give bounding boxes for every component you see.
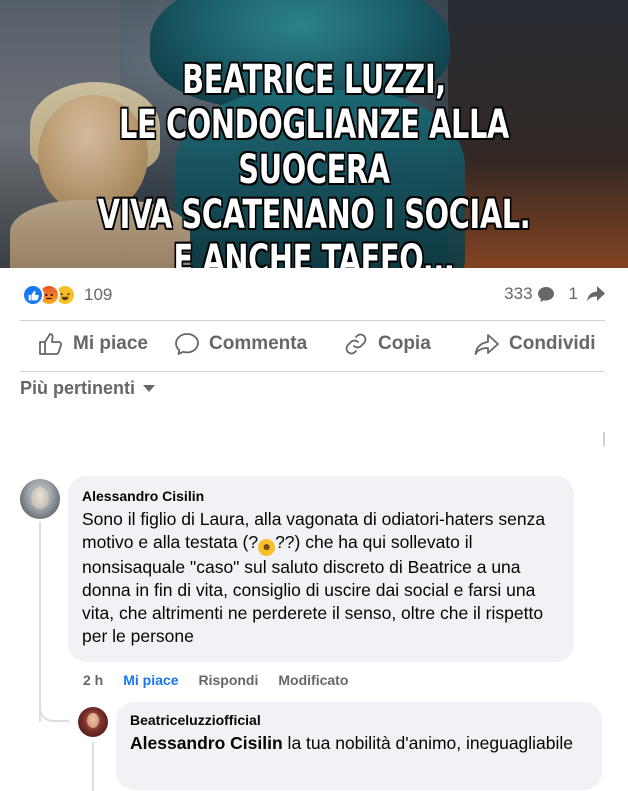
avatar[interactable] bbox=[78, 707, 108, 737]
divider bbox=[20, 371, 605, 372]
comment-bubble-icon bbox=[537, 286, 554, 302]
comment-button[interactable]: Commenta bbox=[174, 332, 307, 356]
post-stats: 333 1 bbox=[504, 284, 606, 304]
share-arrow-icon bbox=[587, 286, 605, 302]
headline-line: LE CONDOGLIANZE ALLA SUOCERA bbox=[119, 102, 509, 193]
comment-time[interactable]: 2 h bbox=[83, 672, 103, 688]
comment-edited-label[interactable]: Modificato bbox=[278, 672, 348, 688]
thread-line bbox=[92, 742, 94, 791]
thumbs-up-icon bbox=[39, 333, 63, 355]
caret-down-icon bbox=[143, 385, 156, 392]
comment-count[interactable]: 333 bbox=[504, 284, 532, 304]
comment-text: Sono il figlio di Laura, alla vagonata d… bbox=[82, 508, 560, 648]
post-action-bar: Mi piace Commenta Copia Condividi bbox=[20, 328, 605, 364]
share-button-label: Condividi bbox=[509, 333, 596, 354]
reply-mention[interactable]: Alessandro Cisilin bbox=[130, 733, 283, 753]
image-headline: BEATRICE LUZZI, LE CONDOGLIANZE ALLA SUO… bbox=[88, 57, 540, 269]
reply-text-part: la tua nobilità d'animo, ineguagliabile bbox=[282, 733, 574, 753]
share-count[interactable]: 1 bbox=[569, 284, 578, 304]
thread-connector bbox=[39, 700, 69, 722]
comment-author[interactable]: Alessandro Cisilin bbox=[82, 488, 560, 504]
like-button-label: Mi piace bbox=[73, 333, 148, 354]
comment-like-button[interactable]: Mi piace bbox=[123, 672, 178, 688]
share-button[interactable]: Condividi bbox=[474, 332, 596, 356]
post-image[interactable]: BEATRICE LUZZI, LE CONDOGLIANZE ALLA SUO… bbox=[0, 0, 628, 268]
sort-label: Più pertinenti bbox=[20, 378, 136, 398]
avatar[interactable] bbox=[20, 479, 60, 519]
copy-button[interactable]: Copia bbox=[343, 332, 431, 356]
copy-button-label: Copia bbox=[378, 333, 431, 354]
link-icon bbox=[345, 333, 367, 355]
like-button[interactable]: Mi piace bbox=[38, 332, 148, 356]
comment-icon bbox=[175, 333, 199, 355]
comment-meta: 2 h Mi piace Rispondi Modificato bbox=[83, 672, 368, 688]
scrollbar[interactable] bbox=[603, 432, 605, 446]
comment-bubble: Alessandro Cisilin Sono il figlio di Lau… bbox=[68, 476, 574, 662]
comment-sort-dropdown[interactable]: Più pertinenti bbox=[20, 378, 156, 399]
grinning-emoji-icon: ☻ bbox=[258, 539, 276, 556]
comment-button-label: Commenta bbox=[209, 333, 308, 354]
reactions-summary[interactable]: 109 bbox=[22, 282, 112, 308]
reply-text: Alessandro Cisilin la tua nobilità d'ani… bbox=[130, 732, 588, 755]
share-icon bbox=[474, 334, 499, 355]
headline-line: VIVA SCATENANO I SOCIAL. bbox=[97, 192, 531, 238]
headline-line: BEATRICE LUZZI, bbox=[182, 57, 446, 103]
reply-author[interactable]: Beatriceluzziofficial bbox=[130, 712, 588, 728]
comment-reply-button[interactable]: Rispondi bbox=[198, 672, 258, 688]
reply-bubble: Beatriceluzziofficial Alessandro Cisilin… bbox=[116, 702, 602, 790]
like-reaction-icon bbox=[22, 284, 44, 306]
thread-line bbox=[39, 522, 41, 722]
reaction-count: 109 bbox=[84, 285, 113, 304]
divider bbox=[20, 320, 605, 321]
headline-line: E ANCHE TAFFO... bbox=[173, 237, 455, 269]
